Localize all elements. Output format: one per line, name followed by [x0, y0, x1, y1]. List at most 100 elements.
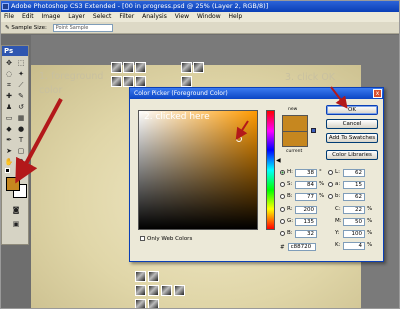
photo-thumb [135, 299, 146, 308]
slice-tool-icon[interactable]: ⟋ [16, 81, 26, 90]
menu-layer[interactable]: Layer [65, 12, 88, 22]
lab-a-input[interactable]: 15 [343, 180, 365, 189]
lab-l-input[interactable]: 62 [343, 168, 365, 177]
photo-thumb [181, 76, 192, 87]
lab-l-row: L: 62 [328, 168, 365, 177]
magenta-row: M: 50% [335, 217, 373, 226]
green-input[interactable]: 135 [295, 217, 317, 226]
eraser-tool-icon[interactable]: ▭ [4, 114, 14, 123]
menu-filter[interactable]: Filter [116, 12, 137, 22]
hex-input[interactable]: c88720 [287, 243, 316, 251]
blur-tool-icon[interactable]: ◆ [4, 125, 14, 134]
saturation-row: S: 84% [280, 180, 324, 189]
lab-b-input[interactable]: 62 [343, 192, 365, 201]
hex-row: # c88720 [280, 243, 316, 251]
menu-file[interactable]: File [1, 12, 17, 22]
photo-thumb [123, 76, 134, 87]
blue-input[interactable]: 32 [295, 229, 317, 238]
new-color-label: new [288, 107, 298, 112]
photo-thumb [135, 271, 146, 282]
eyedropper-tool-icon: ✎ [5, 25, 10, 31]
only-web-colors-checkbox[interactable]: Only Web Colors [140, 236, 192, 242]
lab-l-radio[interactable] [328, 170, 333, 175]
saturation-input[interactable]: 84 [295, 180, 317, 189]
ok-button[interactable]: OK [326, 105, 378, 115]
history-brush-tool-icon[interactable]: ↺ [16, 103, 26, 112]
photo-thumb [193, 62, 204, 73]
dodge-tool-icon[interactable]: ● [16, 125, 26, 134]
red-radio[interactable] [280, 207, 285, 212]
color-field[interactable] [138, 110, 258, 230]
window-title: Adobe Photoshop CS3 Extended - [00 in pr… [11, 2, 269, 10]
red-input[interactable]: 200 [295, 205, 317, 214]
current-color-label: current [286, 149, 303, 154]
gamut-warning-cube-icon[interactable] [311, 128, 316, 133]
saturation-radio[interactable] [280, 182, 285, 187]
menu-window[interactable]: Window [194, 12, 224, 22]
color-selection-ring [236, 136, 242, 142]
annotation-step-1-cont: color [39, 85, 63, 96]
type-tool-icon[interactable]: T [16, 136, 26, 145]
dialog-title-bar: Color Picker (Foreground Color) x [130, 88, 383, 99]
add-to-swatches-button[interactable]: Add To Swatches [326, 133, 378, 143]
zoom-tool-icon[interactable]: ⚲ [16, 158, 26, 167]
lasso-tool-icon[interactable]: ◌ [4, 70, 14, 79]
menu-image[interactable]: Image [39, 12, 64, 22]
green-radio[interactable] [280, 219, 285, 224]
gradient-tool-icon[interactable]: ▦ [16, 114, 26, 123]
sample-size-label: Sample Size: [11, 25, 47, 31]
lab-a-row: a: 15 [328, 180, 365, 189]
color-libraries-button[interactable]: Color Libraries [326, 150, 378, 160]
menu-analysis[interactable]: Analysis [139, 12, 170, 22]
cyan-row: C: 22% [335, 205, 373, 214]
new-color-swatch [282, 115, 308, 131]
crop-tool-icon[interactable]: ⌗ [4, 81, 14, 90]
brush-tool-icon[interactable]: ✎ [16, 92, 26, 101]
yellow-input[interactable]: 100 [343, 229, 365, 238]
quick-mask-icon[interactable]: ◙ [9, 206, 23, 215]
menu-edit[interactable]: Edit [19, 12, 37, 22]
clone-stamp-tool-icon[interactable]: ♟ [4, 103, 14, 112]
healing-brush-tool-icon[interactable]: ✚ [4, 92, 14, 101]
hue-input[interactable]: 38 [295, 168, 317, 177]
path-selection-tool-icon[interactable]: ➤ [4, 147, 14, 156]
annotation-step-1: 1. foreground [39, 71, 104, 82]
default-colors-icon[interactable] [5, 168, 10, 173]
move-tool-icon[interactable]: ✥ [4, 59, 14, 68]
photo-thumb [174, 285, 185, 296]
photo-thumb [123, 62, 134, 73]
black-row: K: 4% [335, 241, 373, 250]
cyan-input[interactable]: 22 [343, 205, 365, 214]
red-row: R: 200 [280, 205, 317, 214]
close-icon[interactable]: x [373, 89, 382, 98]
screen-mode-icon[interactable]: ▣ [9, 220, 23, 229]
photoshop-window: Adobe Photoshop CS3 Extended - [00 in pr… [0, 0, 400, 309]
marquee-tool-icon[interactable]: ⬚ [16, 59, 26, 68]
menu-select[interactable]: Select [90, 12, 115, 22]
shape-tool-icon[interactable]: ▢ [16, 147, 26, 156]
hex-label: # [280, 244, 285, 251]
brightness-radio[interactable] [280, 194, 285, 199]
hand-tool-icon[interactable]: ✋ [4, 158, 14, 167]
photoshop-logo: Ps [2, 46, 28, 56]
menu-help[interactable]: Help [226, 12, 246, 22]
lab-a-radio[interactable] [328, 182, 333, 187]
magenta-input[interactable]: 50 [343, 217, 365, 226]
menu-view[interactable]: View [172, 12, 192, 22]
pen-tool-icon[interactable]: ✒ [4, 136, 14, 145]
lab-b-radio[interactable] [328, 194, 333, 199]
sample-size-select[interactable]: Point Sample [52, 23, 113, 32]
title-bar: Adobe Photoshop CS3 Extended - [00 in pr… [1, 1, 399, 12]
brightness-input[interactable]: 77 [295, 192, 317, 201]
blue-radio[interactable] [280, 231, 285, 236]
brightness-row: B: 77% [280, 192, 324, 201]
hue-slider-handle-icon[interactable]: ◀ [276, 157, 281, 164]
cancel-button[interactable]: Cancel [326, 119, 378, 129]
checkbox-icon [140, 236, 145, 241]
black-input[interactable]: 4 [343, 241, 365, 250]
foreground-color-swatch[interactable] [6, 177, 20, 191]
hue-slider[interactable] [266, 110, 275, 230]
current-color-swatch[interactable] [282, 131, 308, 147]
hue-radio[interactable] [280, 170, 285, 175]
magic-wand-tool-icon[interactable]: ✦ [16, 70, 26, 79]
